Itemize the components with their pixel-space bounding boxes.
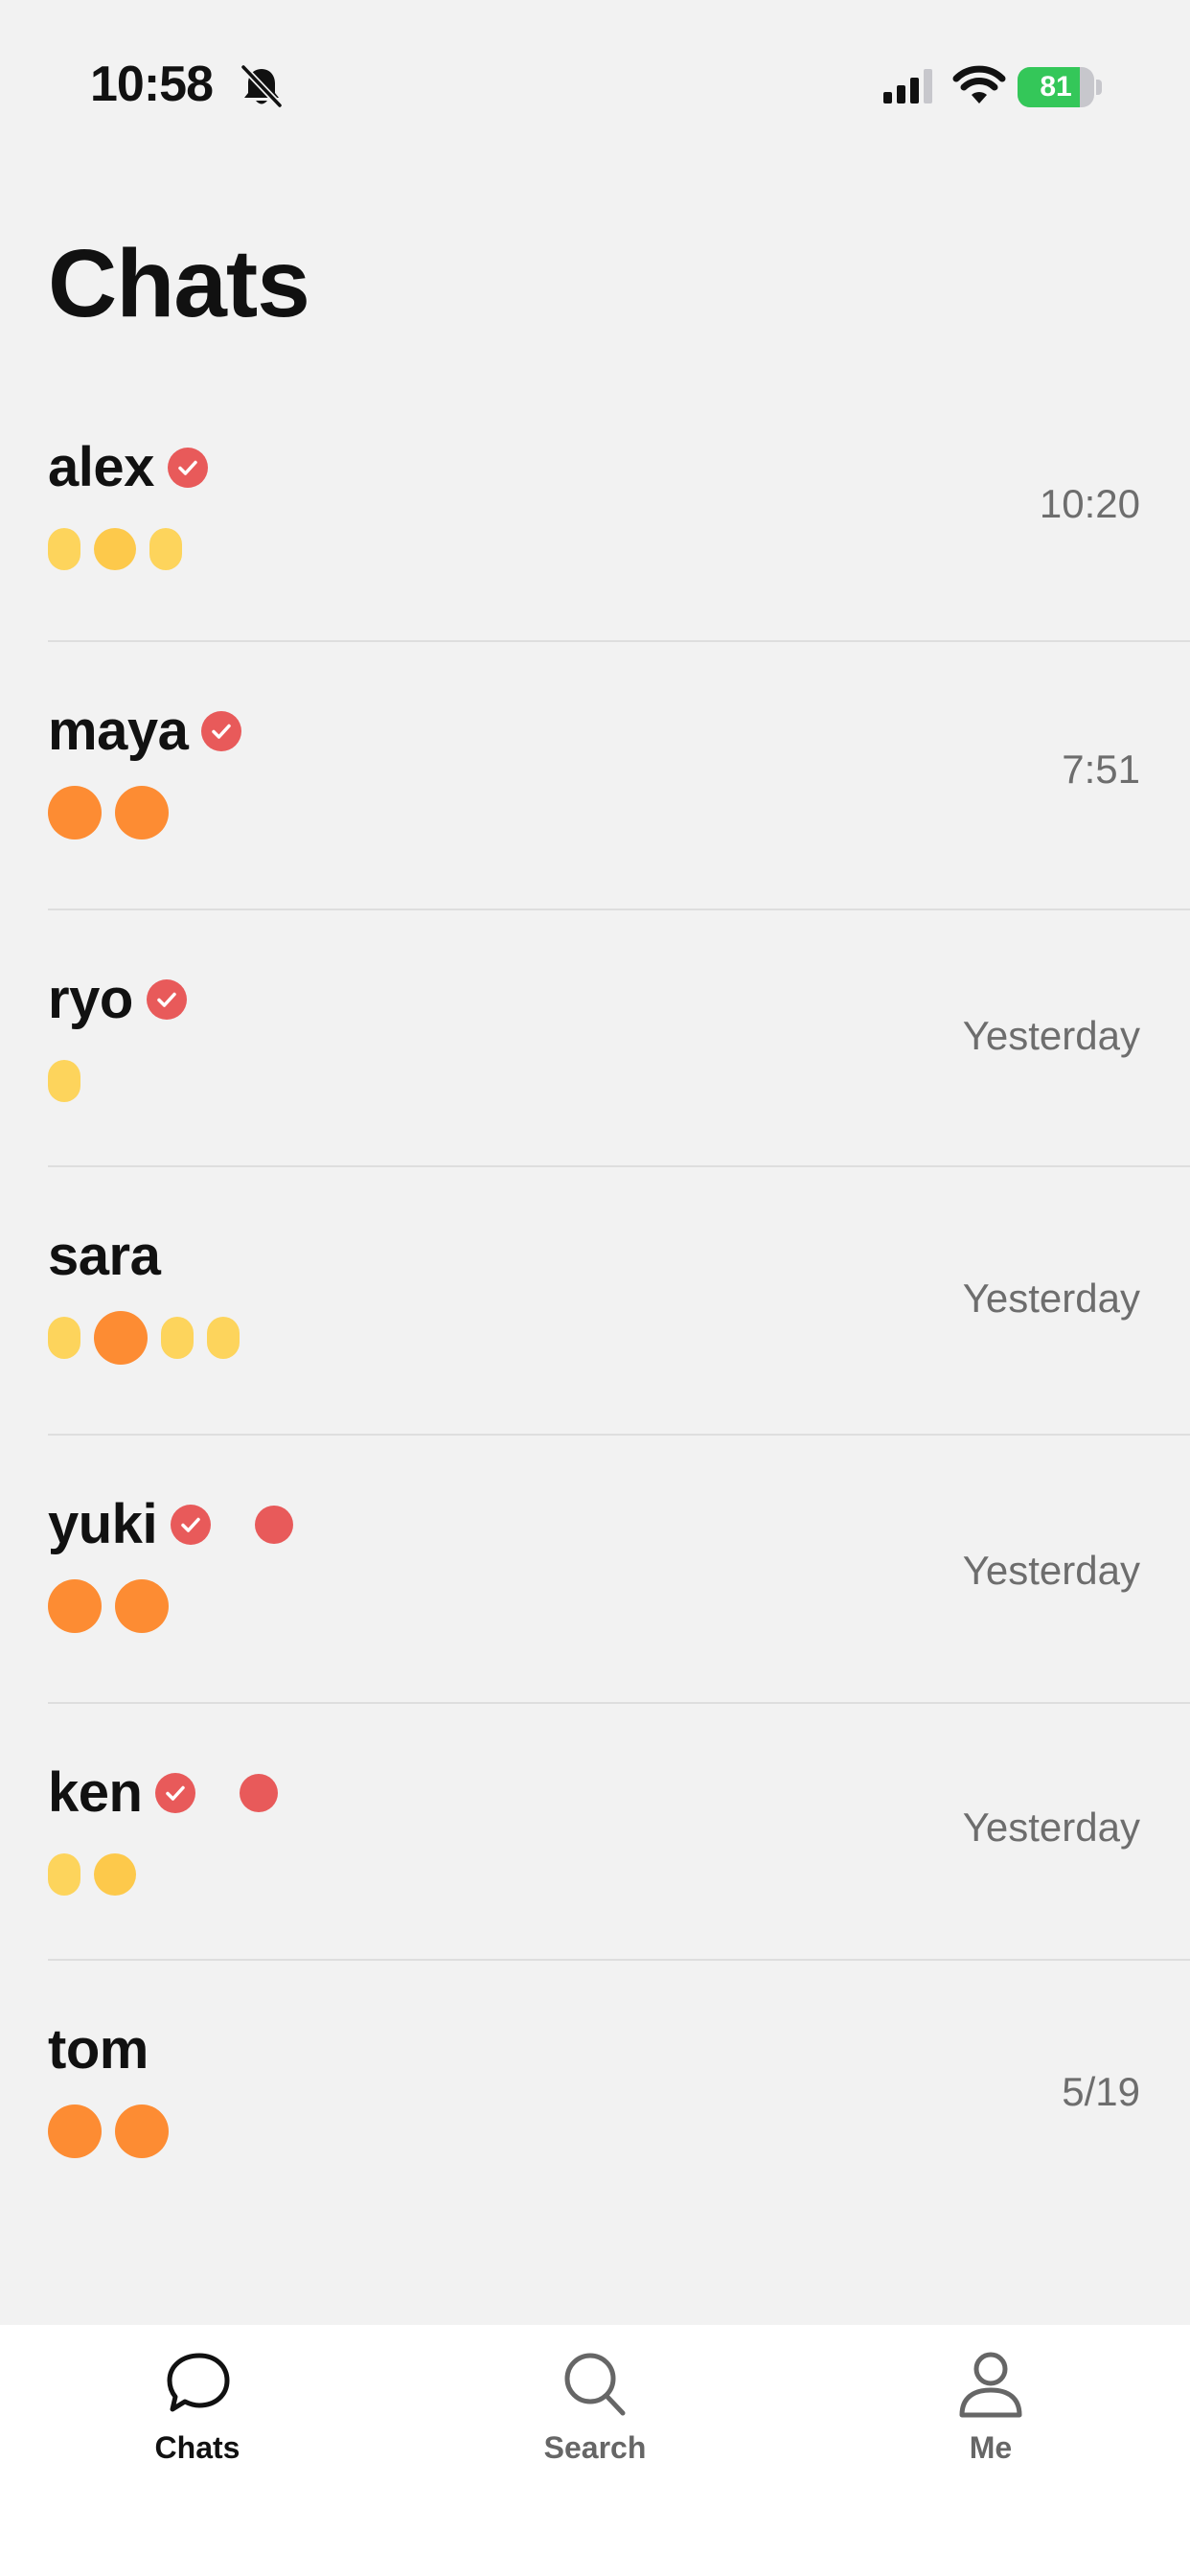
chat-timestamp: Yesterday xyxy=(962,1805,1140,1850)
chat-name-line: tom xyxy=(48,2018,149,2082)
chat-name-line: maya xyxy=(48,700,242,763)
chat-name: ryo xyxy=(48,968,133,1030)
chat-row-tom[interactable]: tom 5/19 xyxy=(0,1961,1190,2214)
chat-row-ken[interactable]: ken Yesterday xyxy=(0,1704,1190,1961)
preview-blob xyxy=(161,1317,194,1359)
chat-name: tom xyxy=(48,2018,149,2081)
preview-blob xyxy=(48,1060,80,1102)
bell-slash-icon xyxy=(240,64,283,108)
message-preview-blobs xyxy=(48,1577,182,1635)
chat-timestamp: 7:51 xyxy=(1062,747,1140,792)
verified-check-icon xyxy=(146,979,187,1020)
tab-search[interactable]: Search xyxy=(480,2348,710,2492)
preview-blob xyxy=(94,1853,136,1896)
preview-blob xyxy=(115,1579,169,1633)
chat-bubble-icon xyxy=(167,2353,230,2412)
preview-blob xyxy=(115,2104,169,2158)
chat-name: sara xyxy=(48,1225,161,1287)
chat-name-line: yuki xyxy=(48,1493,294,1556)
message-preview-blobs xyxy=(48,1052,94,1110)
message-preview-blobs xyxy=(48,520,195,578)
battery-body: 81 xyxy=(1018,67,1094,107)
chat-row-ryo[interactable]: ryo Yesterday xyxy=(0,910,1190,1167)
chat-timestamp: Yesterday xyxy=(962,1548,1140,1593)
battery-charging-icon: 81 xyxy=(1018,67,1102,107)
preview-blob xyxy=(48,1579,102,1633)
tab-me[interactable]: Me xyxy=(876,2348,1106,2492)
verified-check-icon xyxy=(201,711,242,751)
battery-level: 81 xyxy=(1040,71,1072,103)
message-preview-blobs xyxy=(48,784,182,841)
verified-check-icon xyxy=(155,1773,196,1813)
chat-timestamp: Yesterday xyxy=(962,1276,1140,1321)
status-bar: 10:58 81 xyxy=(0,0,1190,172)
chat-timestamp: 5/19 xyxy=(1062,2069,1140,2114)
verified-check-icon xyxy=(167,448,208,488)
message-preview-blobs xyxy=(48,2103,182,2160)
tab-chats-label: Chats xyxy=(154,2430,240,2465)
chat-timestamp: Yesterday xyxy=(962,1013,1140,1058)
battery-cap xyxy=(1096,80,1102,95)
preview-blob xyxy=(48,528,80,570)
tab-bar: Chats Search Me xyxy=(0,2325,1190,2576)
search-icon xyxy=(564,2353,626,2416)
chat-name: alex xyxy=(48,436,154,498)
chat-name: ken xyxy=(48,1761,143,1824)
verified-check-icon xyxy=(171,1505,212,1545)
chat-row-alex[interactable]: alex 10:20 xyxy=(0,379,1190,642)
tab-search-label: Search xyxy=(543,2430,647,2465)
status-time: 10:58 xyxy=(90,57,214,112)
chat-list: alex 10:20 maya 7:51 ryo Yesterday sara Yesterd… xyxy=(0,379,1190,2214)
chat-name: yuki xyxy=(48,1493,158,1555)
preview-blob xyxy=(48,786,102,840)
message-preview-blobs xyxy=(48,1309,253,1367)
preview-blob xyxy=(94,528,136,570)
page-title: Chats xyxy=(48,230,310,337)
chat-name-line: alex xyxy=(48,436,208,499)
preview-blob xyxy=(94,1311,148,1365)
wifi-icon xyxy=(952,65,1006,104)
preview-blob xyxy=(48,1317,80,1359)
person-icon xyxy=(959,2352,1022,2418)
tab-me-label: Me xyxy=(969,2430,1013,2465)
preview-blob xyxy=(207,1317,240,1359)
message-preview-blobs xyxy=(48,1846,149,1903)
tab-chats[interactable]: Chats xyxy=(82,2348,312,2492)
chat-row-yuki[interactable]: yuki Yesterday xyxy=(0,1436,1190,1704)
preview-blob xyxy=(149,528,182,570)
chat-name-line: sara xyxy=(48,1225,161,1288)
chat-timestamp: 10:20 xyxy=(1039,481,1140,526)
chat-name-line: ryo xyxy=(48,968,187,1031)
preview-blob xyxy=(115,786,169,840)
unread-dot xyxy=(240,1774,279,1812)
chat-name-line: ken xyxy=(48,1761,279,1825)
chat-row-sara[interactable]: sara Yesterday xyxy=(0,1167,1190,1436)
chat-row-maya[interactable]: maya 7:51 xyxy=(0,642,1190,910)
preview-blob xyxy=(48,2104,102,2158)
chat-name: maya xyxy=(48,700,189,762)
preview-blob xyxy=(48,1853,80,1896)
cellular-signal-icon xyxy=(883,69,932,104)
unread-dot xyxy=(255,1506,294,1544)
